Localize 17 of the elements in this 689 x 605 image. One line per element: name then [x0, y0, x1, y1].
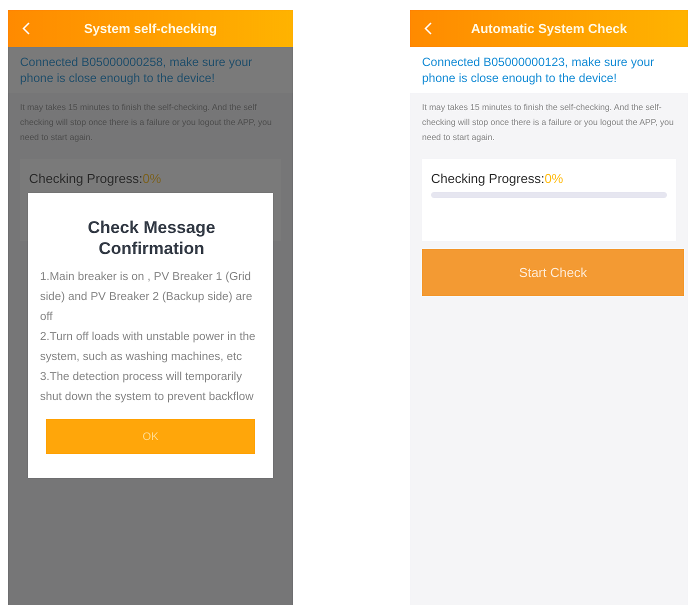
screen-title: Automatic System Check [470, 21, 628, 36]
dialog-text: 1.Main breaker is on , PV Breaker 1 (Grid side) and PV Breaker 2 (Backup side) are off [40, 270, 254, 325]
ok-button[interactable]: OK [46, 419, 255, 454]
back-icon[interactable] [22, 22, 30, 35]
connection-message: Connected B05000000123, make sure your phone is close enough to the device! [410, 47, 688, 93]
dialog-text: 3.The detection process will temporarily shut down the system to prevent backflow [40, 370, 254, 405]
start-check-button[interactable]: Start Check [422, 249, 684, 296]
info-text: It may takes 15 minutes to finish the self-checking. And the self-checking will stop once there is a failure or you logout the APP, you need to start again. [421, 101, 675, 144]
progress-label: Checking Progress: [29, 171, 142, 186]
dialog-text: 2.Turn off loads with unstable power in the system, such as washing machines, etc [40, 330, 256, 365]
dialog-title: Check Message Confirmation [86, 217, 216, 259]
progress-label: Checking Progress: [431, 171, 544, 186]
progress-value: 0% [142, 171, 162, 186]
screen-title: System self-checking [84, 21, 217, 36]
connection-message: Connected B05000000258, make sure your phone is close enough to the device! [8, 47, 293, 93]
progress-value: 0% [544, 171, 564, 186]
back-icon[interactable] [424, 22, 432, 35]
